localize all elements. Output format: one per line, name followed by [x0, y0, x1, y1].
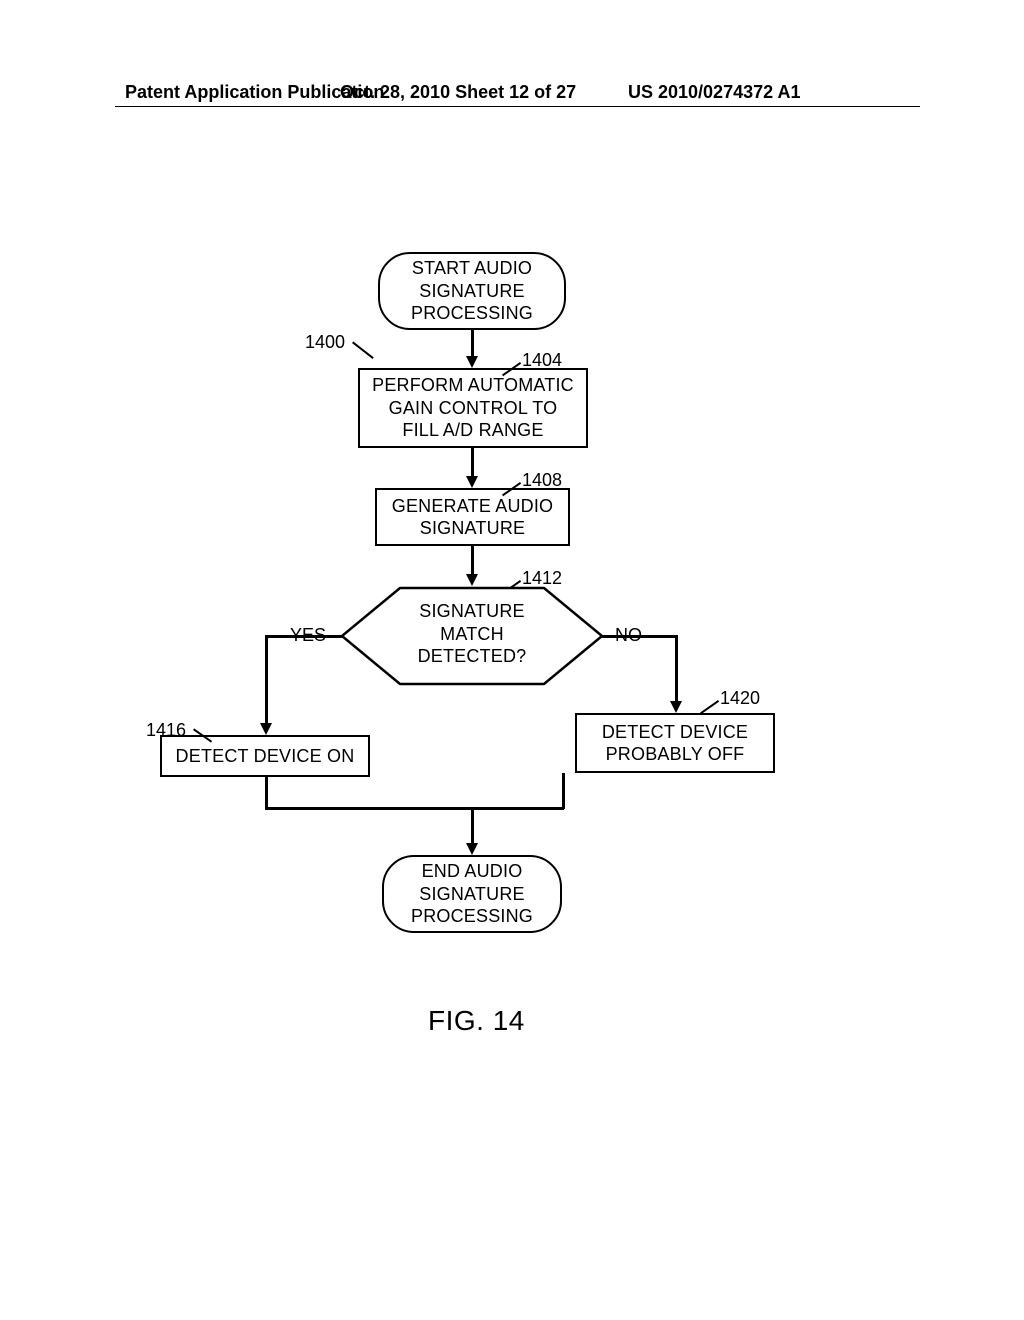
- node-start-text: START AUDIOSIGNATUREPROCESSING: [411, 257, 533, 325]
- edge-merge-end: [471, 807, 474, 845]
- ref-1400: 1400: [305, 332, 345, 353]
- node-agc: PERFORM AUTOMATICGAIN CONTROL TOFILL A/D…: [358, 368, 588, 448]
- node-decision: SIGNATUREMATCHDETECTED?: [340, 586, 604, 686]
- edge-dec-off-v: [675, 635, 678, 703]
- node-gen: GENERATE AUDIOSIGNATURE: [375, 488, 570, 546]
- edge-agc-gen-arrow: [466, 476, 478, 488]
- node-on: DETECT DEVICE ON: [160, 735, 370, 777]
- edge-on-end-h: [265, 807, 473, 810]
- edge-start-agc-arrow: [466, 356, 478, 368]
- edge-dec-off-arrow: [670, 701, 682, 713]
- edge-dec-on-h: [265, 635, 343, 638]
- edge-gen-dec-arrow: [466, 574, 478, 586]
- edge-agc-gen: [471, 448, 474, 478]
- node-start: START AUDIOSIGNATUREPROCESSING: [378, 252, 566, 330]
- edge-dec-on-v: [265, 635, 268, 725]
- node-end: END AUDIOSIGNATUREPROCESSING: [382, 855, 562, 933]
- edge-gen-dec: [471, 546, 474, 576]
- node-on-text: DETECT DEVICE ON: [176, 745, 355, 768]
- ref-1420: 1420: [720, 688, 760, 709]
- node-gen-text: GENERATE AUDIOSIGNATURE: [392, 495, 554, 540]
- edge-on-end-v: [265, 777, 268, 809]
- node-off-text: DETECT DEVICEPROBABLY OFF: [602, 721, 748, 766]
- header-right: US 2010/0274372 A1: [628, 82, 800, 103]
- node-decision-text: SIGNATUREMATCHDETECTED?: [340, 600, 604, 668]
- edge-merge-end-arrow: [466, 843, 478, 855]
- edge-off-end-v: [562, 773, 565, 809]
- figure-caption: FIG. 14: [428, 1005, 525, 1037]
- node-agc-text: PERFORM AUTOMATICGAIN CONTROL TOFILL A/D…: [372, 374, 574, 442]
- node-off: DETECT DEVICEPROBABLY OFF: [575, 713, 775, 773]
- page: Patent Application Publication Oct. 28, …: [0, 0, 1024, 1320]
- header-mid: Oct. 28, 2010 Sheet 12 of 27: [340, 82, 576, 103]
- edge-start-agc: [471, 330, 474, 358]
- edge-dec-off-h: [602, 635, 677, 638]
- edge-dec-on-arrow: [260, 723, 272, 735]
- leader-1400: [352, 341, 374, 359]
- header-rule: [115, 106, 920, 107]
- edge-off-end-h: [471, 807, 564, 810]
- node-end-text: END AUDIOSIGNATUREPROCESSING: [411, 860, 533, 928]
